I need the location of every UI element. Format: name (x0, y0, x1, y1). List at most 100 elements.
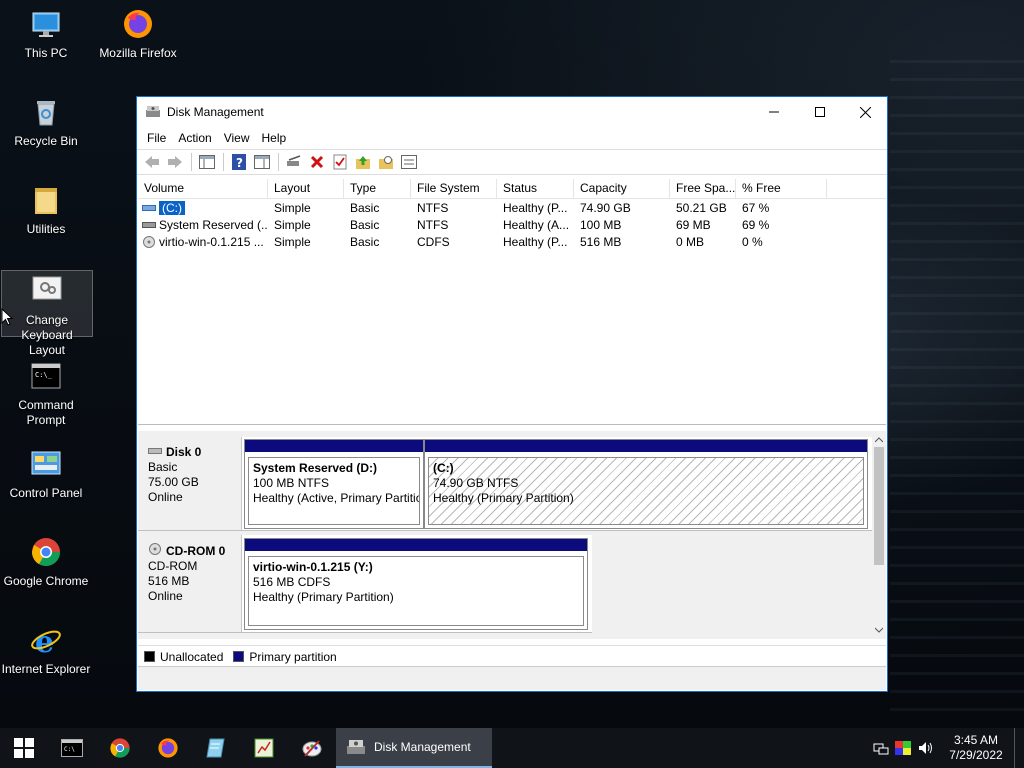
layout-cell: Simple (274, 217, 311, 232)
volume-cell: System Reserved (... (138, 218, 268, 232)
spreadsheet-icon (254, 738, 274, 758)
disk-type: Basic (148, 460, 178, 474)
menu-action[interactable]: Action (172, 127, 217, 149)
scroll-down-icon[interactable] (874, 623, 884, 637)
back-button[interactable] (141, 151, 163, 173)
close-button[interactable] (842, 97, 888, 127)
action-pane-button[interactable] (251, 151, 273, 173)
desktop-icon-command-prompt[interactable]: C:\_ Command Prompt (0, 360, 92, 428)
capacity-cell: 100 MB (580, 217, 622, 232)
column-header-percent-free[interactable]: % Free (736, 179, 827, 198)
scroll-up-icon[interactable] (874, 433, 884, 447)
keyboard-settings-icon (31, 275, 63, 307)
partition-info: System Reserved (D:) 100 MB NTFS Healthy… (248, 457, 420, 525)
scrollbar-thumb[interactable] (874, 447, 884, 565)
mouse-cursor-icon (1, 307, 14, 329)
desktop-icon-change-keyboard-layout[interactable]: Change Keyboard Layout (1, 270, 93, 357)
svg-text:e: e (35, 625, 54, 656)
menu-help[interactable]: Help (256, 127, 293, 149)
partition-virtio-win[interactable]: virtio-win-0.1.215 (Y:) 516 MB CDFS Heal… (244, 538, 588, 630)
control-panel-icon (30, 448, 62, 480)
clock-date: 7/29/2022 (949, 748, 1003, 762)
system-tray: 3:45 AM 7/29/2022 (870, 728, 1024, 768)
column-header-free-space[interactable]: Free Spa... (670, 179, 736, 198)
back-arrow-icon (145, 156, 159, 168)
taskbar-clock[interactable]: 3:45 AM 7/29/2022 (938, 733, 1014, 763)
partition-c[interactable]: (C:) 74.90 GB NTFS Healthy (Primary Part… (424, 439, 868, 529)
taskbar-chrome[interactable] (96, 728, 144, 768)
menu-view[interactable]: View (218, 127, 256, 149)
legend-swatch (144, 651, 155, 662)
properties-button[interactable] (329, 151, 351, 173)
taskbar-command-prompt[interactable]: C:\ (48, 728, 96, 768)
notepad-icon (206, 738, 225, 758)
legend-swatch (233, 651, 245, 662)
show-desktop-button[interactable] (1014, 728, 1024, 768)
desktop-icon-google-chrome[interactable]: Google Chrome (0, 536, 92, 589)
desktop-icon-label: Change Keyboard Layout (21, 313, 73, 357)
status-bar (138, 666, 886, 690)
maximize-button[interactable] (797, 97, 843, 127)
paint-icon (302, 740, 322, 757)
taskbar-spreadsheet[interactable] (240, 728, 288, 768)
partition-size-fs: 100 MB NTFS (253, 476, 330, 490)
desktop-icon-internet-explorer[interactable]: e Internet Explorer (0, 624, 92, 677)
cd-drive-icon (142, 235, 156, 248)
open-button[interactable] (352, 151, 374, 173)
volume-row[interactable]: System Reserved (... Simple Basic NTFS H… (138, 216, 886, 233)
partition-info: virtio-win-0.1.215 (Y:) 516 MB CDFS Heal… (248, 556, 584, 626)
color-display-icon[interactable] (892, 741, 914, 755)
start-button[interactable] (0, 728, 48, 768)
folder-icon (30, 184, 62, 216)
partition-bar (245, 440, 423, 452)
column-header-layout[interactable]: Layout (268, 179, 344, 198)
more-options-button[interactable] (398, 151, 420, 173)
disk-row-disk-0[interactable]: Disk 0 Basic 75.00 GB Online System Rese… (138, 437, 872, 531)
forward-button[interactable] (164, 151, 186, 173)
column-header-capacity[interactable]: Capacity (574, 179, 670, 198)
column-header-file-system[interactable]: File System (411, 179, 497, 198)
desktop-icon-this-pc[interactable]: This PC (0, 8, 92, 61)
recycle-bin-icon (30, 96, 62, 128)
taskbar-paint[interactable] (288, 728, 336, 768)
disk-label: CD-ROM 0 CD-ROM 516 MB Online (138, 535, 242, 632)
column-header-status[interactable]: Status (497, 179, 574, 198)
taskbar-disk-management[interactable]: Disk Management (336, 728, 492, 768)
folder-up-icon (356, 156, 370, 169)
maximize-icon (815, 107, 825, 117)
minimize-button[interactable] (751, 97, 797, 127)
toolbar: ? (137, 149, 887, 175)
help-button[interactable]: ? (228, 151, 250, 173)
desktop-icon-recycle-bin[interactable]: Recycle Bin (0, 96, 92, 149)
explore-button[interactable] (375, 151, 397, 173)
pane-icon (254, 155, 270, 169)
firefox-icon (158, 738, 178, 758)
toolbar-separator (191, 153, 192, 171)
desktop-icon-firefox[interactable]: Mozilla Firefox (92, 8, 184, 61)
percent-free-cell: 69 % (742, 217, 770, 232)
volume-icon[interactable] (914, 741, 938, 755)
column-header-volume[interactable]: Volume (138, 179, 268, 198)
show-hide-console-tree-button[interactable] (196, 151, 218, 173)
menu-file[interactable]: File (141, 127, 172, 149)
partition-bar (425, 440, 867, 452)
volume-row[interactable]: virtio-win-0.1.215 ... Simple Basic CDFS… (138, 233, 886, 250)
network-icon[interactable] (870, 741, 892, 755)
type-cell: Basic (350, 217, 380, 232)
desktop-icon-label: Internet Explorer (1, 662, 91, 676)
taskbar-firefox[interactable] (144, 728, 192, 768)
column-header-type[interactable]: Type (344, 179, 411, 198)
disk-row-cd-rom-0[interactable]: CD-ROM 0 CD-ROM 516 MB Online virtio-win… (138, 535, 592, 633)
window-titlebar[interactable]: Disk Management (137, 97, 887, 127)
desktop-icon-label: Control Panel (9, 486, 83, 500)
partition-system-reserved[interactable]: System Reserved (D:) 100 MB NTFS Healthy… (244, 439, 424, 529)
graphical-view-scrollbar[interactable] (872, 431, 886, 639)
volume-row[interactable]: (C:) Simple Basic NTFS Healthy (P... 74.… (138, 199, 886, 216)
desktop-icon-utilities[interactable]: Utilities (0, 184, 92, 237)
delete-button[interactable] (306, 151, 328, 173)
taskbar-notepad[interactable] (192, 728, 240, 768)
volume-cell: virtio-win-0.1.215 ... (138, 235, 268, 249)
connect-drive-button[interactable] (283, 151, 305, 173)
delete-x-icon (310, 155, 324, 169)
desktop-icon-control-panel[interactable]: Control Panel (0, 448, 92, 501)
